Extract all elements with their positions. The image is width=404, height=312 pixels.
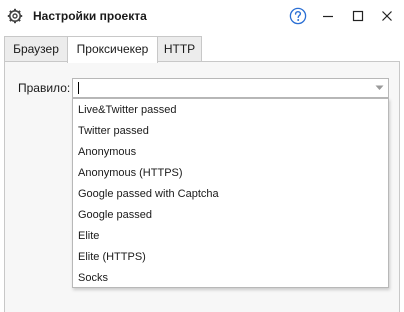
rule-label: Правило:: [18, 81, 71, 95]
dropdown-option[interactable]: Google passed with Captcha: [73, 184, 388, 205]
tab-bar: Браузер Проксичекер HTTP: [0, 36, 404, 63]
dropdown-option[interactable]: Elite: [73, 226, 388, 247]
window-title: Настройки проекта: [33, 9, 147, 23]
dropdown-option[interactable]: Socks: [73, 268, 388, 289]
chevron-down-icon[interactable]: [375, 85, 384, 91]
settings-window: Настройки проекта Браузер Проксичекер HT…: [0, 0, 404, 312]
title-bar[interactable]: Настройки проекта: [0, 0, 404, 32]
dropdown-option[interactable]: Elite (HTTPS): [73, 247, 388, 268]
dropdown-option[interactable]: Twitter passed: [73, 121, 388, 142]
dropdown-option[interactable]: Anonymous: [73, 142, 388, 163]
minimize-icon[interactable]: [318, 6, 338, 26]
gear-icon: [7, 8, 23, 24]
tab-browser[interactable]: Браузер: [4, 36, 68, 62]
rule-combobox[interactable]: [72, 78, 389, 98]
tab-http[interactable]: HTTP: [157, 36, 202, 62]
text-caret: [78, 82, 79, 94]
rule-dropdown-list: Live&Twitter passed Twitter passed Anony…: [72, 98, 389, 288]
dropdown-option[interactable]: Live&Twitter passed: [73, 100, 388, 121]
close-icon[interactable]: [377, 6, 397, 26]
maximize-icon[interactable]: [348, 6, 368, 26]
dropdown-option[interactable]: Anonymous (HTTPS): [73, 163, 388, 184]
dropdown-option[interactable]: Google passed: [73, 205, 388, 226]
tab-proxychecker[interactable]: Проксичекер: [67, 36, 158, 63]
help-icon[interactable]: [289, 7, 307, 25]
